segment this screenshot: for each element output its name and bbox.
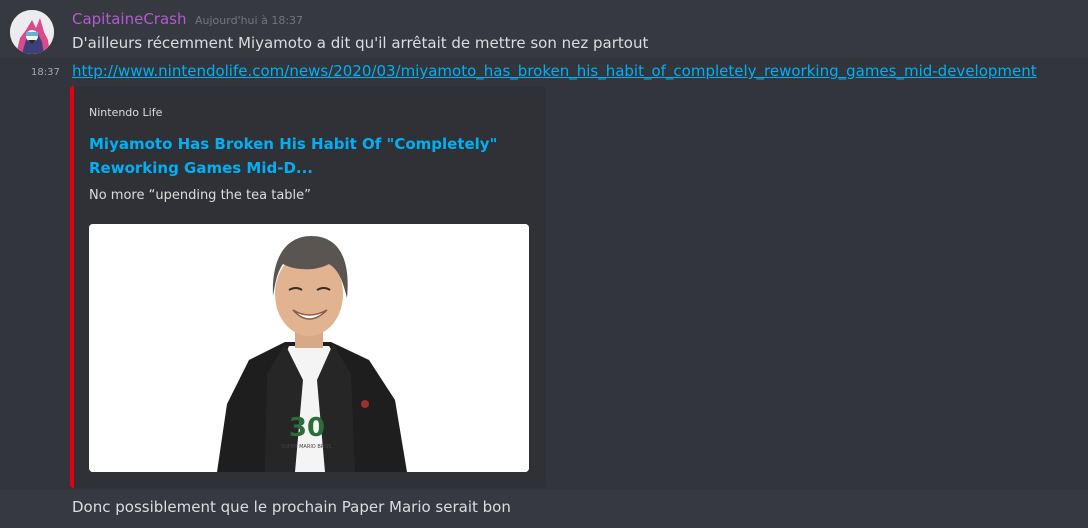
message-group: CapitaineCrash Aujourd'hui à 18:37 D'ail… <box>0 0 1088 528</box>
avatar[interactable] <box>10 10 54 54</box>
svg-text:SUPER MARIO BROS.: SUPER MARIO BROS. <box>281 444 333 450</box>
author-username[interactable]: CapitaineCrash <box>72 10 187 28</box>
message-timestamp: Aujourd'hui à 18:37 <box>195 14 304 27</box>
person-photo-icon: 30 SUPER MARIO BROS. <box>89 224 529 472</box>
embed-description: No more “upending the tea table” <box>89 188 311 203</box>
side-timestamp: 18:37 <box>31 67 60 78</box>
svg-text:30: 30 <box>289 413 325 443</box>
embed-title[interactable]: Miyamoto Has Broken His Habit Of "Comple… <box>89 132 509 180</box>
message-text-followup: Donc possiblement que le prochain Paper … <box>72 498 511 516</box>
avatar-image-icon <box>10 10 54 54</box>
link-embed: Nintendo Life Miyamoto Has Broken His Ha… <box>70 86 546 488</box>
embed-image[interactable]: 30 SUPER MARIO BROS. <box>89 224 529 472</box>
embed-provider[interactable]: Nintendo Life <box>89 106 162 119</box>
message-link[interactable]: http://www.nintendolife.com/news/2020/03… <box>72 62 1037 80</box>
message-text: D'ailleurs récemment Miyamoto a dit qu'i… <box>72 34 649 52</box>
